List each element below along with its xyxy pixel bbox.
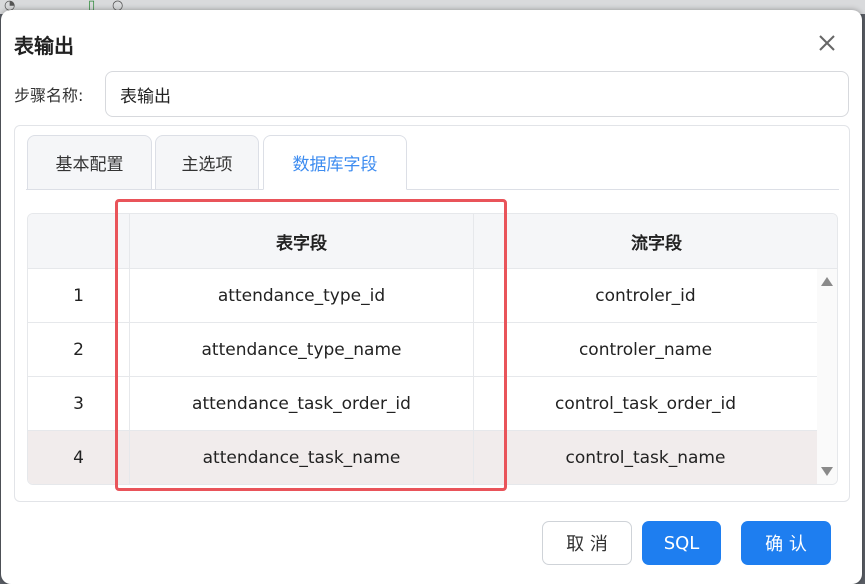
stream-field-cell[interactable]: control_task_order_id: [474, 377, 817, 430]
table-scrollbar[interactable]: [817, 269, 837, 484]
sql-button[interactable]: SQL: [642, 521, 721, 565]
tab-main-options[interactable]: 主选项: [155, 135, 259, 190]
stream-field-cell[interactable]: control_task_name: [474, 431, 817, 484]
step-name-input[interactable]: [105, 71, 849, 117]
table-field-cell[interactable]: attendance_task_name: [130, 431, 474, 484]
table-field-cell[interactable]: attendance_type_id: [130, 269, 474, 322]
cancel-button[interactable]: 取 消: [542, 521, 632, 565]
dialog-title: 表输出: [14, 34, 74, 58]
stream-field-cell[interactable]: controler_id: [474, 269, 817, 322]
row-index: 4: [28, 431, 130, 484]
table-row[interactable]: 2 attendance_type_name controler_name: [28, 323, 817, 377]
scroll-up-icon[interactable]: [821, 277, 833, 286]
confirm-button[interactable]: 确 认: [741, 521, 831, 565]
tab-database-fields[interactable]: 数据库字段: [263, 135, 407, 190]
step-name-label: 步骤名称:: [14, 86, 84, 105]
header-table-field[interactable]: 表字段: [130, 214, 474, 268]
scroll-down-icon[interactable]: [821, 467, 833, 476]
header-index: [28, 214, 130, 268]
close-icon: [819, 35, 835, 51]
row-index: 1: [28, 269, 130, 322]
row-index: 2: [28, 323, 130, 376]
table-field-cell[interactable]: attendance_type_name: [130, 323, 474, 376]
close-button[interactable]: [813, 29, 841, 57]
row-index: 3: [28, 377, 130, 430]
stream-field-cell[interactable]: controler_name: [474, 323, 817, 376]
table-row-selected[interactable]: 4 attendance_task_name control_task_name: [28, 431, 817, 484]
table-row[interactable]: 3 attendance_task_order_id control_task_…: [28, 377, 817, 431]
table-field-cell[interactable]: attendance_task_order_id: [130, 377, 474, 430]
header-stream-field[interactable]: 流字段: [474, 214, 837, 268]
field-mapping-table: 表字段 流字段 1 attendance_type_id controler_i…: [27, 213, 838, 485]
table-row[interactable]: 1 attendance_type_id controler_id: [28, 269, 817, 323]
table-header-row: 表字段 流字段: [28, 214, 837, 269]
tab-basic-config[interactable]: 基本配置: [27, 135, 152, 190]
